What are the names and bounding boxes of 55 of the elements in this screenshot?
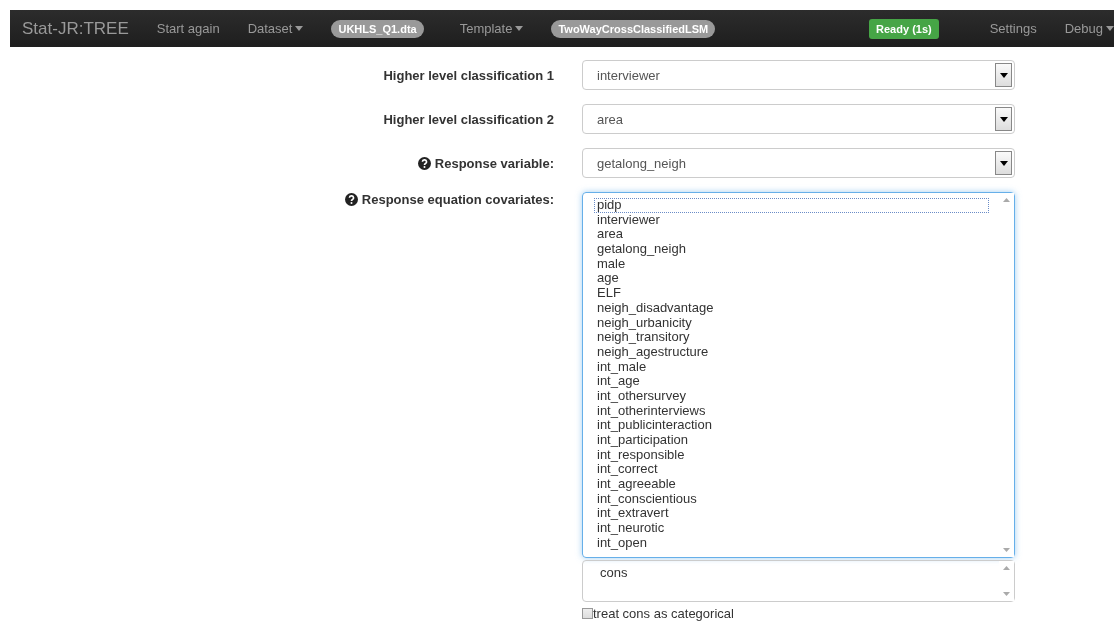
list-option[interactable]: ELF xyxy=(594,286,989,301)
scroll-down-icon[interactable] xyxy=(1003,592,1010,596)
caret-icon xyxy=(295,26,304,31)
caret-icon xyxy=(1106,26,1114,31)
list-option[interactable]: int_otherinterviews xyxy=(594,403,989,419)
badge: TwoWayCrossClassifiedLSM xyxy=(551,19,716,38)
list-option[interactable]: int_responsible xyxy=(594,447,989,463)
select-field[interactable]: interviewer xyxy=(582,60,1015,90)
checkbox-label: treat cons as categorical xyxy=(593,606,734,621)
list-option[interactable]: neigh_agestructure xyxy=(594,344,989,360)
nav-link[interactable]: Start again xyxy=(156,21,220,36)
list-option[interactable]: int_conscientious xyxy=(594,491,989,507)
nav-dropdown[interactable]: Dataset xyxy=(247,21,304,36)
list-option[interactable]: neigh_transitory xyxy=(594,330,989,345)
brand-link[interactable]: Stat-JR:TREE xyxy=(22,18,129,39)
list-option[interactable]: pidp xyxy=(594,198,989,213)
list-option[interactable]: int_neurotic xyxy=(594,521,989,536)
nav-dropdown[interactable]: Debug xyxy=(1064,21,1114,36)
nav-dropdown[interactable]: Template xyxy=(459,21,524,36)
list-option[interactable]: int_extravert xyxy=(594,506,989,522)
list-option[interactable]: interviewer xyxy=(594,212,989,228)
caret-icon xyxy=(999,116,1008,122)
scroll-down-icon[interactable] xyxy=(1003,548,1010,552)
field-label: Higher level classification 2 xyxy=(383,111,554,127)
select-field[interactable]: getalong_neigh xyxy=(582,148,1015,178)
list-option[interactable]: age xyxy=(594,271,989,287)
list-option[interactable]: int_correct xyxy=(594,462,989,478)
list-option[interactable]: int_agreeable xyxy=(594,477,989,492)
list-option[interactable]: neigh_urbanicity xyxy=(594,315,989,331)
list-option[interactable]: int_open xyxy=(594,535,989,551)
field-label: Response equation covariates: xyxy=(361,192,554,207)
status-label: Ready (1s) xyxy=(869,18,939,39)
select-field[interactable]: area xyxy=(582,104,1015,134)
field-label: Higher level classification 1 xyxy=(383,67,554,83)
field-label: Response variable: xyxy=(434,155,554,171)
caret-icon xyxy=(999,72,1008,78)
list-option[interactable]: int_age xyxy=(594,374,989,389)
list-option[interactable]: int_male xyxy=(594,359,989,375)
list-option[interactable]: int_publicinteraction xyxy=(594,418,989,433)
list-box[interactable] xyxy=(582,192,1015,558)
list-option[interactable]: neigh_disadvantage xyxy=(594,300,989,316)
list-option[interactable]: getalong_neigh xyxy=(594,242,989,257)
list-option[interactable]: int_participation xyxy=(594,433,989,448)
scroll-up-icon[interactable] xyxy=(1003,198,1010,202)
list-option[interactable]: male xyxy=(594,256,989,272)
scroll-up-icon[interactable] xyxy=(1003,566,1010,570)
list-option[interactable]: cons xyxy=(597,566,985,581)
badge: UKHLS_Q1.dta xyxy=(331,19,424,38)
nav-link[interactable]: Settings xyxy=(989,21,1037,36)
caret-icon xyxy=(515,26,524,31)
list-option[interactable]: int_othersurvey xyxy=(594,388,989,404)
caret-icon xyxy=(999,160,1008,166)
checkbox[interactable] xyxy=(582,608,593,619)
list-box[interactable]: cons xyxy=(582,560,1015,602)
list-option[interactable]: area xyxy=(594,227,989,243)
